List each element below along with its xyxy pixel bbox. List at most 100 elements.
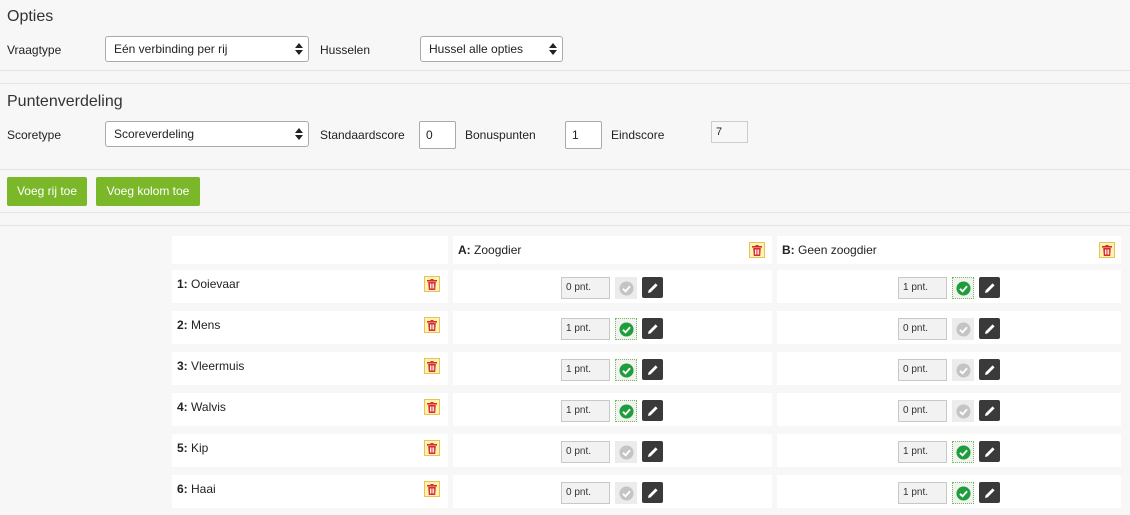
- add-column-button[interactable]: Voeg kolom toe: [96, 177, 200, 206]
- grid-cell: [777, 475, 1121, 508]
- delete-row-button[interactable]: [424, 317, 440, 333]
- trash-icon: [1102, 244, 1112, 256]
- correct-toggle[interactable]: [615, 277, 637, 299]
- score-type-label: Scoretype: [7, 128, 62, 142]
- row-text: Kip: [191, 441, 209, 455]
- final-score-value: 7: [711, 121, 748, 143]
- correct-toggle[interactable]: [615, 441, 637, 463]
- check-icon: [955, 485, 971, 501]
- column-key: B:: [782, 243, 795, 257]
- shuffle-value: Hussel alle opties: [429, 42, 524, 56]
- column-label: Zoogdier: [474, 243, 522, 257]
- trash-icon: [752, 244, 762, 256]
- row-number: 4:: [177, 400, 188, 414]
- row-text: Vleermuis: [191, 359, 245, 373]
- delete-row-button[interactable]: [424, 481, 440, 497]
- correct-toggle[interactable]: [952, 400, 974, 422]
- points-field[interactable]: 0 pnt.: [898, 359, 947, 381]
- check-icon: [618, 444, 634, 460]
- edit-button[interactable]: [642, 318, 663, 339]
- score-type-select[interactable]: Scoreverdeling: [105, 121, 309, 147]
- trash-icon: [427, 360, 437, 372]
- pencil-icon: [984, 487, 995, 498]
- grid-cell: [777, 393, 1121, 426]
- grid-cell: [777, 270, 1121, 303]
- points-field[interactable]: 1 pnt.: [561, 400, 610, 422]
- trash-icon: [427, 401, 437, 413]
- points-field[interactable]: 0 pnt.: [898, 400, 947, 422]
- correct-toggle[interactable]: [952, 441, 974, 463]
- delete-column-button[interactable]: [1099, 242, 1115, 258]
- bonus-label: Bonuspunten: [465, 128, 536, 142]
- grid-cell: [777, 352, 1121, 385]
- default-score-input[interactable]: 0: [419, 121, 456, 149]
- trash-icon: [427, 278, 437, 290]
- check-icon: [955, 403, 971, 419]
- question-type-select[interactable]: Eén verbinding per rij: [105, 36, 309, 62]
- pencil-icon: [984, 405, 995, 416]
- trash-icon: [427, 319, 437, 331]
- shuffle-select[interactable]: Hussel alle opties: [420, 36, 563, 62]
- grid-cell: [453, 475, 772, 508]
- points-field[interactable]: 1 pnt.: [898, 277, 947, 299]
- row-text: Walvis: [191, 400, 226, 414]
- edit-button[interactable]: [979, 441, 1000, 462]
- points-field[interactable]: 1 pnt.: [898, 482, 947, 504]
- edit-button[interactable]: [979, 318, 1000, 339]
- delete-column-button[interactable]: [749, 242, 765, 258]
- row-label: 2: Mens: [177, 318, 220, 332]
- column-label: Geen zoogdier: [798, 243, 877, 257]
- delete-row-button[interactable]: [424, 399, 440, 415]
- correct-toggle[interactable]: [952, 482, 974, 504]
- points-field[interactable]: 0 pnt.: [898, 318, 947, 340]
- column-header-a-label: A: Zoogdier: [458, 243, 521, 257]
- row-number: 6:: [177, 482, 188, 496]
- edit-button[interactable]: [642, 359, 663, 380]
- check-icon: [618, 362, 634, 378]
- edit-button[interactable]: [979, 277, 1000, 298]
- points-field[interactable]: 0 pnt.: [561, 277, 610, 299]
- delete-row-button[interactable]: [424, 276, 440, 292]
- row-label: 4: Walvis: [177, 400, 226, 414]
- trash-icon: [427, 442, 437, 454]
- points-field[interactable]: 1 pnt.: [898, 441, 947, 463]
- correct-toggle[interactable]: [952, 359, 974, 381]
- edit-button[interactable]: [979, 482, 1000, 503]
- delete-row-button[interactable]: [424, 358, 440, 374]
- correct-toggle[interactable]: [952, 277, 974, 299]
- correct-toggle[interactable]: [952, 318, 974, 340]
- question-type-label: Vraagtype: [7, 43, 62, 57]
- points-field[interactable]: 0 pnt.: [561, 441, 610, 463]
- score-type-value: Scoreverdeling: [114, 127, 195, 141]
- correct-toggle[interactable]: [615, 359, 637, 381]
- edit-button[interactable]: [642, 482, 663, 503]
- delete-row-button[interactable]: [424, 440, 440, 456]
- row-text: Haai: [191, 482, 216, 496]
- correct-toggle[interactable]: [615, 400, 637, 422]
- add-row-button[interactable]: Voeg rij toe: [7, 177, 87, 206]
- edit-button[interactable]: [642, 400, 663, 421]
- edit-button[interactable]: [642, 441, 663, 462]
- edit-button[interactable]: [979, 400, 1000, 421]
- correct-toggle[interactable]: [615, 318, 637, 340]
- row-number: 5:: [177, 441, 188, 455]
- edit-button[interactable]: [642, 277, 663, 298]
- points-field[interactable]: 1 pnt.: [561, 359, 610, 381]
- select-arrows-icon: [295, 128, 303, 140]
- grid-cell: [453, 393, 772, 426]
- points-field[interactable]: 1 pnt.: [561, 318, 610, 340]
- correct-toggle[interactable]: [615, 482, 637, 504]
- edit-button[interactable]: [979, 359, 1000, 380]
- check-icon: [955, 444, 971, 460]
- final-score-label: Eindscore: [611, 128, 665, 142]
- check-icon: [618, 403, 634, 419]
- divider: [0, 169, 1130, 170]
- default-score-label: Standaardscore: [320, 128, 405, 142]
- grid-cell: [453, 434, 772, 467]
- check-icon: [618, 321, 634, 337]
- select-arrows-icon: [295, 43, 303, 55]
- check-icon: [955, 321, 971, 337]
- question-type-value: Eén verbinding per rij: [114, 42, 228, 56]
- points-field[interactable]: 0 pnt.: [561, 482, 610, 504]
- bonus-input[interactable]: 1: [565, 121, 602, 149]
